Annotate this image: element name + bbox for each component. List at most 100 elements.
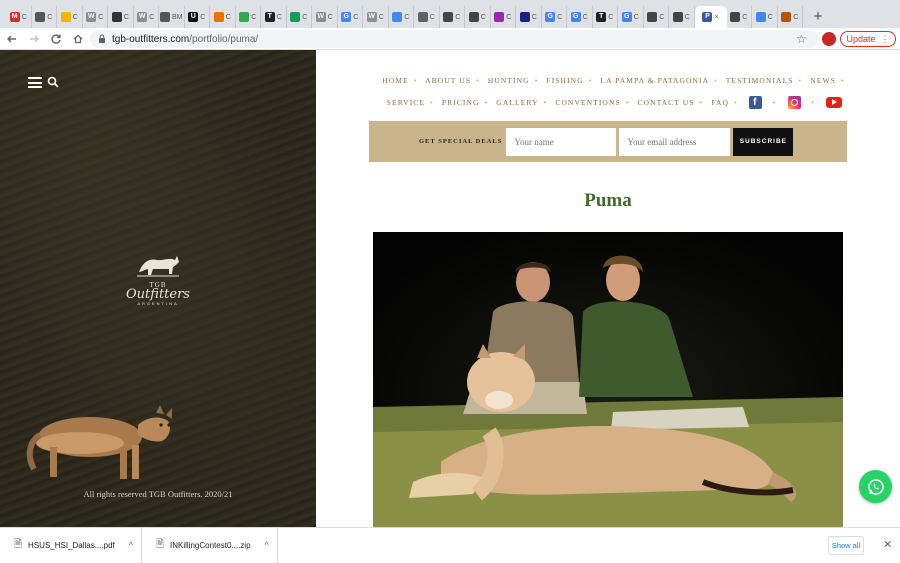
browser-tab[interactable]: MC	[6, 6, 32, 28]
instagram-icon[interactable]	[787, 95, 801, 109]
browser-tab[interactable]: C	[516, 6, 542, 28]
download-item-zip[interactable]: 🗎 INKillingContest0....zip ^	[142, 527, 278, 563]
nav-row-2: SERVICE • PRICING • GALLERY • CONVENTIONS • …	[376, 92, 856, 114]
browser-tab[interactable]: C	[778, 6, 803, 28]
browser-tab[interactable]: C	[236, 6, 261, 28]
nav-about-us[interactable]: ABOUT US	[425, 76, 471, 85]
tab-favicon-icon	[290, 12, 301, 22]
browser-tab[interactable]: C	[108, 6, 134, 28]
newsletter-bar: GET SPECIAL DEALS SUBSCRIBE	[369, 121, 847, 162]
chevron-up-icon[interactable]: ^	[265, 540, 269, 550]
close-icon[interactable]: ✕	[883, 538, 892, 551]
nav-testimonials[interactable]: TESTIMONIALS	[726, 76, 794, 85]
tab-favicon-icon	[392, 12, 403, 22]
tab-title: BM	[172, 13, 183, 21]
nav-contact-us[interactable]: CONTACT US	[637, 98, 694, 107]
back-button[interactable]	[2, 29, 22, 49]
nav-pricing[interactable]: PRICING	[442, 98, 480, 107]
show-all-button[interactable]: Show all	[828, 536, 864, 555]
tab-title: C	[608, 13, 614, 21]
search-icon[interactable]	[47, 76, 59, 88]
browser-tab[interactable]: WC	[312, 6, 338, 28]
youtube-icon[interactable]	[826, 96, 843, 108]
nav-faq[interactable]: FAQ	[711, 98, 729, 107]
nav-home[interactable]: HOME	[382, 76, 408, 85]
hunting-photo[interactable]	[373, 232, 843, 527]
browser-tab[interactable]: C	[727, 6, 752, 28]
home-icon	[73, 34, 83, 43]
hunters-with-puma-image	[373, 232, 843, 527]
browser-tab-active[interactable]: P ×	[694, 6, 727, 28]
browser-tab[interactable]: C	[465, 6, 491, 28]
tab-title: C	[633, 13, 639, 21]
name-input[interactable]	[506, 127, 617, 156]
browser-tab[interactable]: WC	[363, 6, 389, 28]
home-button[interactable]	[68, 29, 88, 49]
tab-favicon-icon	[239, 12, 250, 22]
page-title: Puma	[584, 190, 632, 211]
nav-la-pampa-patagonia[interactable]: LA PAMPA & PATAGONIA	[600, 76, 709, 85]
browser-tab[interactable]: C	[32, 6, 57, 28]
profile-avatar[interactable]	[822, 32, 836, 46]
facebook-icon[interactable]: f	[748, 95, 762, 109]
browser-tab[interactable]: WC	[134, 6, 159, 28]
browser-tab[interactable]: GC	[542, 6, 567, 28]
subscribe-button[interactable]: SUBSCRIBE	[733, 127, 794, 156]
browser-tab[interactable]: C	[210, 6, 236, 28]
browser-tab[interactable]: C	[440, 6, 465, 28]
browser-tab[interactable]: TC	[261, 6, 287, 28]
download-item-pdf[interactable]: 🗎 HSUS_HSI_Dallas....pdf ^	[0, 527, 142, 563]
browser-tab[interactable]: BM	[159, 6, 185, 28]
browser-tab[interactable]: GC	[618, 6, 644, 28]
tab-favicon-icon	[647, 12, 658, 22]
browser-tab[interactable]: GC	[567, 6, 593, 28]
browser-tab[interactable]: C	[644, 6, 669, 28]
tab-favicon-icon	[672, 12, 683, 22]
browser-tab[interactable]: C	[752, 6, 778, 28]
email-input[interactable]	[619, 127, 731, 156]
tab-favicon-icon: T	[264, 12, 275, 22]
nav-conventions[interactable]: CONVENTIONS	[555, 98, 620, 107]
tab-favicon-icon: W	[137, 12, 148, 22]
nav-hunting[interactable]: HUNTING	[488, 76, 530, 85]
tab-title: C	[353, 13, 359, 21]
bookmark-star-icon[interactable]: ☆	[796, 32, 807, 46]
browser-tab[interactable]: C	[389, 6, 414, 28]
tab-favicon-icon: W	[315, 12, 326, 22]
whatsapp-button[interactable]	[859, 470, 892, 503]
tab-favicon-icon	[468, 12, 479, 22]
browser-tab[interactable]: C	[491, 6, 516, 28]
site-logo[interactable]: TGB Outfitters ARGENTINA	[118, 250, 198, 320]
browser-tab[interactable]: C	[287, 6, 312, 28]
tab-favicon-icon	[519, 12, 530, 22]
browser-tab[interactable]: C	[57, 6, 83, 28]
tab-favicon-icon: G	[341, 12, 352, 22]
browser-tab[interactable]: UC	[185, 6, 210, 28]
update-button[interactable]: Update ⋮	[840, 31, 896, 47]
browser-tab[interactable]: C	[414, 6, 440, 28]
tab-favicon-icon: W	[86, 12, 97, 22]
tab-title: C	[455, 13, 461, 21]
nav-service[interactable]: SERVICE	[387, 98, 425, 107]
browser-tab[interactable]: WC	[83, 6, 108, 28]
nav-fishing[interactable]: FISHING	[546, 76, 583, 85]
browser-tab[interactable]: GC	[338, 6, 363, 28]
cougar-image	[26, 405, 172, 479]
hamburger-menu-icon[interactable]	[28, 77, 42, 88]
chevron-up-icon[interactable]: ^	[129, 540, 133, 550]
forward-button[interactable]	[24, 29, 44, 49]
new-tab-button[interactable]: +	[807, 5, 829, 27]
left-hero-panel: TGB Outfitters ARGENTINA All rights rese…	[0, 50, 316, 527]
nav-news[interactable]: NEWS	[810, 76, 836, 85]
tab-title: C	[200, 13, 206, 21]
tab-favicon-icon: G	[545, 12, 556, 22]
tab-favicon-icon	[443, 12, 454, 22]
nav-gallery[interactable]: GALLERY	[496, 98, 538, 107]
browser-tab[interactable]: C	[669, 6, 695, 28]
browser-tab[interactable]: TC	[593, 6, 618, 28]
tab-title: C	[767, 13, 773, 21]
tab-title: C	[225, 13, 231, 21]
tab-title: ×	[714, 13, 719, 21]
address-bar[interactable]: tgb-outfitters.com/portfolio/puma/	[90, 30, 818, 48]
reload-button[interactable]	[46, 29, 66, 49]
